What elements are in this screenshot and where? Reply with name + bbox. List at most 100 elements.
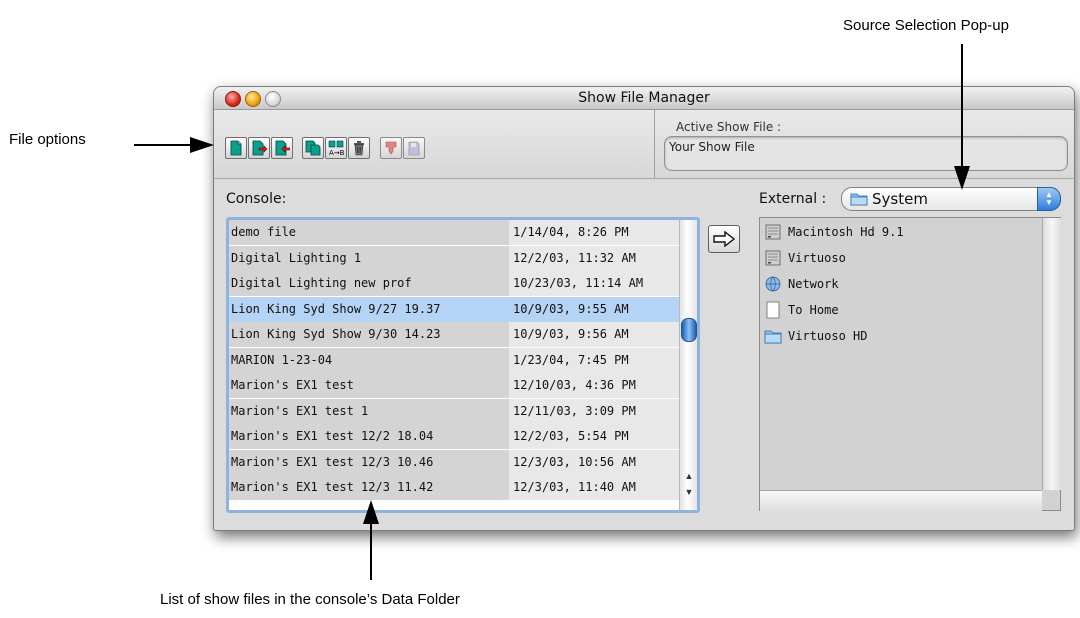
- callout-file-options: File options: [9, 131, 86, 148]
- external-list-item[interactable]: Virtuoso: [764, 247, 846, 269]
- external-item-label: Virtuoso HD: [788, 329, 868, 343]
- external-label: External :: [759, 191, 827, 207]
- file-date: 12/2/03, 11:32 AM: [513, 250, 636, 265]
- import-file-button[interactable]: [271, 137, 293, 159]
- file-name-cell: Marion's EX1 test: [229, 373, 509, 398]
- external-item-label: To Home: [788, 303, 839, 317]
- file-date-cell: 12/10/03, 4:36 PM: [509, 373, 679, 398]
- console-list-scrollbar[interactable]: ▲ ▼: [679, 220, 697, 510]
- console-file-row[interactable]: MARION 1-23-04 1/23/04, 7:45 PM: [229, 347, 679, 374]
- callout-source-selection: Source Selection Pop-up: [843, 17, 1009, 34]
- duplicate-file-icon: [305, 140, 321, 156]
- file-date-cell: 12/2/03, 11:32 AM: [509, 245, 679, 271]
- file-date: 12/3/03, 10:56 AM: [513, 454, 636, 469]
- file-name: Lion King Syd Show 9/27 19.37: [231, 301, 441, 316]
- download-button[interactable]: [380, 137, 402, 159]
- file-name-cell: Marion's EX1 test 12/3 10.46: [229, 449, 509, 475]
- external-list-vertical-scrollbar[interactable]: [1042, 218, 1061, 490]
- external-item-label: Network: [788, 277, 839, 291]
- file-name: MARION 1-23-04: [231, 352, 333, 367]
- hard-disk-icon: [765, 224, 781, 240]
- console-file-row[interactable]: Marion's EX1 test 12/3 10.46 12/3/03, 10:…: [229, 449, 679, 476]
- compare-files-icon: A→B: [328, 140, 344, 156]
- console-file-row[interactable]: Digital Lighting new prof 10/23/03, 11:14…: [229, 271, 679, 297]
- scroll-down-arrow-icon[interactable]: ▼: [682, 486, 696, 499]
- file-date-cell: 12/3/03, 10:56 AM: [509, 449, 679, 475]
- window-title: Show File Manager: [578, 90, 710, 106]
- external-list-item[interactable]: Macintosh Hd 9.1: [764, 221, 904, 243]
- duplicate-file-button[interactable]: [302, 137, 324, 159]
- console-file-row[interactable]: Digital Lighting 1 12/2/03, 11:32 AM: [229, 245, 679, 272]
- disk-icon: [408, 141, 420, 156]
- network-globe-icon: [765, 276, 781, 292]
- document-icon: [766, 301, 780, 319]
- file-name: Marion's EX1 test: [231, 378, 354, 392]
- trash-icon: [354, 141, 364, 156]
- scroll-up-arrow-icon[interactable]: ▲: [682, 470, 696, 483]
- console-label: Console:: [226, 191, 287, 207]
- active-show-value: Your Show File: [669, 140, 755, 154]
- file-name: Marion's EX1 test 12/3 11.42: [231, 480, 434, 494]
- save-as-button[interactable]: [248, 137, 270, 159]
- file-date-cell: 12/2/03, 5:54 PM: [509, 424, 679, 449]
- console-file-row[interactable]: demo file 1/14/04, 8:26 PM: [229, 220, 679, 246]
- file-name-cell: demo file: [229, 220, 509, 245]
- source-selection-popup[interactable]: System ▲ ▼: [841, 187, 1061, 211]
- file-date: 10/23/03, 11:14 AM: [513, 276, 644, 290]
- import-file-icon: [275, 140, 290, 156]
- folder-icon: [850, 193, 868, 206]
- external-list-horizontal-scrollbar[interactable]: [760, 490, 1042, 511]
- file-name: Marion's EX1 test 12/2 18.04: [231, 429, 434, 443]
- external-list-item[interactable]: Network: [764, 273, 839, 295]
- new-file-icon: [230, 140, 242, 156]
- file-date: 12/2/03, 5:54 PM: [513, 429, 629, 443]
- file-name: Marion's EX1 test 1: [231, 403, 369, 418]
- external-item-label: Macintosh Hd 9.1: [788, 225, 904, 239]
- file-name: Lion King Syd Show 9/30 14.23: [231, 327, 441, 341]
- console-file-row[interactable]: Marion's EX1 test 12/10/03, 4:36 PM: [229, 373, 679, 399]
- console-file-row[interactable]: Lion King Syd Show 9/27 19.37 10/9/03, 9:…: [229, 296, 679, 323]
- file-name: Marion's EX1 test 12/3 10.46: [231, 454, 434, 469]
- file-date-cell: 10/9/03, 9:55 AM: [509, 296, 679, 322]
- transfer-to-external-button[interactable]: [708, 225, 740, 253]
- scrollbar-thumb[interactable]: [681, 318, 697, 342]
- console-file-row[interactable]: Marion's EX1 test 12/2 18.04 12/2/03, 5:5…: [229, 424, 679, 450]
- file-name: Digital Lighting 1: [231, 250, 362, 265]
- console-file-list[interactable]: demo file 1/14/04, 8:26 PM Digital Lightin…: [226, 217, 700, 513]
- file-name-cell: Marion's EX1 test 12/3 11.42: [229, 475, 509, 500]
- file-name-cell: MARION 1-23-04: [229, 347, 509, 373]
- file-date-cell: 12/3/03, 11:40 AM: [509, 475, 679, 500]
- file-name: Digital Lighting new prof: [231, 276, 412, 290]
- external-file-list[interactable]: Macintosh Hd 9.1 Virtuoso Network To Home Vi…: [759, 217, 1061, 511]
- right-arrow-icon: [713, 231, 735, 247]
- delete-file-button[interactable]: [348, 137, 370, 159]
- file-name-cell: Marion's EX1 test 12/2 18.04: [229, 424, 509, 449]
- file-date: 12/10/03, 4:36 PM: [513, 378, 636, 392]
- file-date: 12/11/03, 3:09 PM: [513, 403, 636, 418]
- file-name-cell: Marion's EX1 test 1: [229, 398, 509, 424]
- console-file-row[interactable]: Lion King Syd Show 9/30 14.23 10/9/03, 9:…: [229, 322, 679, 348]
- console-file-row[interactable]: Marion's EX1 test 1 12/11/03, 3:09 PM: [229, 398, 679, 425]
- file-date: 12/3/03, 11:40 AM: [513, 480, 636, 494]
- toolbar: A→B Active Show File : Your Show File: [214, 110, 1074, 179]
- file-date-cell: 10/23/03, 11:14 AM: [509, 271, 679, 296]
- title-bar[interactable]: Show File Manager: [214, 87, 1074, 110]
- file-date-cell: 12/11/03, 3:09 PM: [509, 398, 679, 424]
- file-date: 10/9/03, 9:55 AM: [513, 301, 629, 316]
- file-name-cell: Lion King Syd Show 9/27 19.37: [229, 296, 509, 322]
- download-arrow-icon: [385, 141, 397, 155]
- console-file-row[interactable]: Marion's EX1 test 12/3 11.42 12/3/03, 11:…: [229, 475, 679, 501]
- file-date-cell: 1/23/04, 7:45 PM: [509, 347, 679, 373]
- file-date-cell: 10/9/03, 9:56 AM: [509, 322, 679, 347]
- popup-arrows-icon: ▲ ▼: [1037, 187, 1061, 211]
- disk-button[interactable]: [403, 137, 425, 159]
- file-date: 1/23/04, 7:45 PM: [513, 352, 629, 367]
- external-list-item[interactable]: To Home: [764, 299, 839, 321]
- hard-disk-icon: [765, 250, 781, 266]
- new-file-button[interactable]: [225, 137, 247, 159]
- compare-files-button[interactable]: A→B: [325, 137, 347, 159]
- active-show-field: Your Show File: [664, 136, 1068, 171]
- folder-icon: [764, 330, 782, 344]
- external-list-item[interactable]: Virtuoso HD: [764, 325, 867, 347]
- source-selection-value: System: [872, 190, 928, 208]
